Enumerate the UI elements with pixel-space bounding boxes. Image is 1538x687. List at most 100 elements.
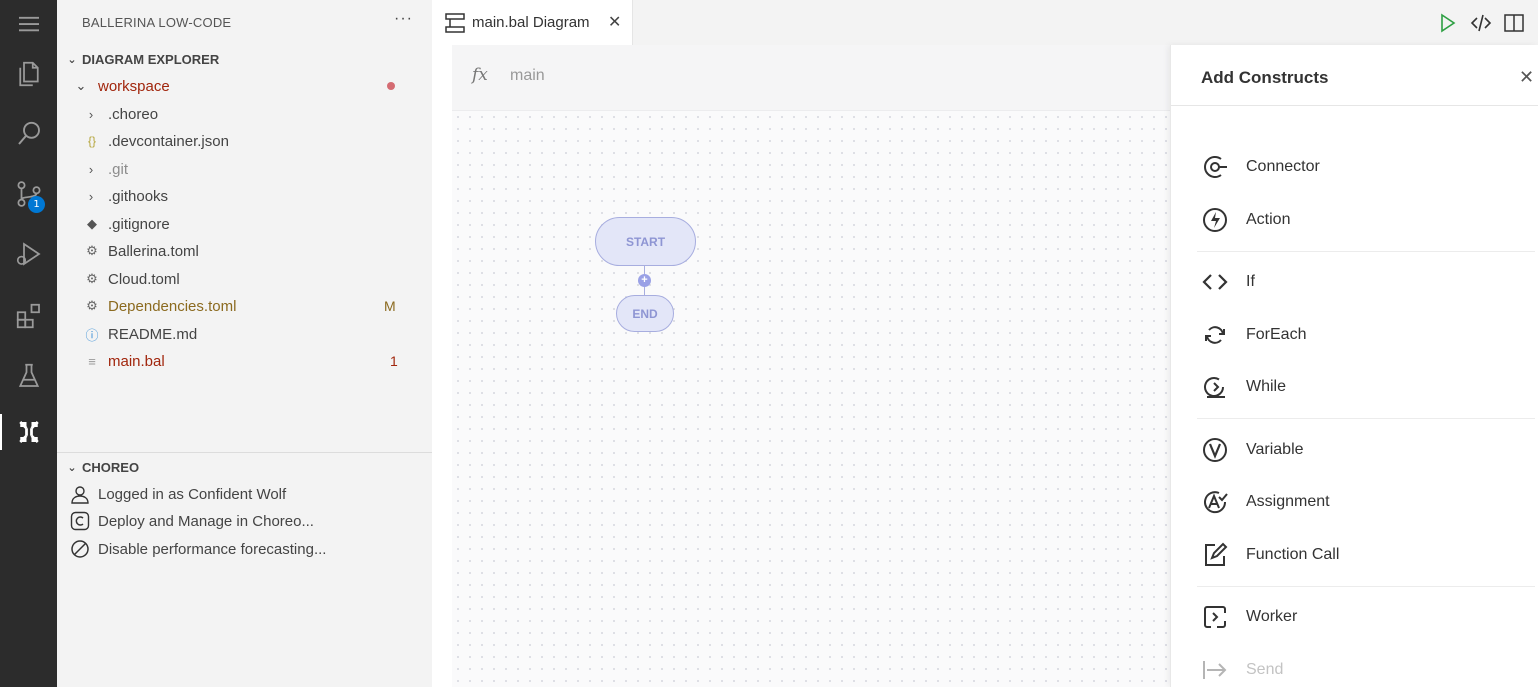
chevron-right-icon: › (88, 161, 94, 177)
construct-label: While (1246, 378, 1287, 395)
modified-dot (387, 82, 395, 90)
source-control-icon[interactable]: 1 (0, 170, 57, 218)
sidebar: BALLERINA LOW-CODE ··· ⌄ DIAGRAM EXPLORE… (57, 0, 432, 687)
add-constructs-panel: Add Constructs ✕ Connector Action If For… (1170, 45, 1538, 687)
construct-label: ForEach (1246, 326, 1307, 343)
diagram-canvas[interactable]: fx main START + END (432, 45, 1170, 687)
construct-label: Worker (1246, 608, 1298, 625)
choreo-c-icon (70, 511, 90, 531)
tree-item-choreo[interactable]: › .choreo (57, 101, 432, 127)
construct-worker[interactable]: Worker (1197, 599, 1527, 635)
show-source-icon[interactable] (1470, 12, 1492, 34)
tree-item-devcontainer[interactable]: {} .devcontainer.json (57, 128, 432, 154)
tree-item-git[interactable]: › .git (57, 156, 432, 182)
tree-item-main-bal[interactable]: ≡ main.bal 1 (57, 348, 432, 374)
editor-tabbar: main.bal Diagram ✕ (432, 0, 1538, 45)
tree-item-workspace[interactable]: ⌄ workspace (57, 73, 432, 99)
tree-item-label: Dependencies.toml (108, 297, 237, 315)
construct-foreach[interactable]: ForEach (1197, 317, 1527, 353)
tab-label: main.bal Diagram (472, 14, 590, 31)
diagram-icon (445, 13, 465, 33)
chevron-down-icon: ⌄ (67, 53, 77, 66)
diagram-explorer-title: DIAGRAM EXPLORER (82, 51, 220, 67)
construct-while[interactable]: While (1197, 369, 1527, 405)
disable-icon (71, 540, 89, 558)
worker-icon (1204, 606, 1226, 628)
chevron-down-icon: ⌄ (67, 461, 77, 474)
testing-icon[interactable] (0, 352, 57, 400)
assignment-icon (1204, 491, 1228, 514)
diagram-explorer-header[interactable]: ⌄ DIAGRAM EXPLORER (57, 48, 219, 70)
choreo-item-label: Logged in as Confident Wolf (98, 485, 287, 503)
choreo-header[interactable]: ⌄ CHOREO (57, 456, 139, 478)
add-construct-button[interactable]: + (638, 274, 651, 287)
extensions-icon[interactable] (0, 292, 57, 340)
tree-item-cloud-toml[interactable]: ⚙ Cloud.toml (57, 266, 432, 292)
send-icon (1203, 661, 1227, 679)
explorer-icon[interactable] (0, 50, 57, 98)
gear-icon: ⚙ (86, 298, 98, 313)
construct-send[interactable]: Send (1197, 652, 1527, 687)
run-icon[interactable] (1436, 12, 1458, 34)
section-divider (57, 452, 432, 453)
menu-icon[interactable] (0, 0, 57, 48)
construct-action[interactable]: Action (1197, 202, 1527, 238)
close-icon[interactable]: ✕ (1519, 67, 1534, 88)
chevron-right-icon: › (88, 188, 94, 204)
tab-main-bal-diagram[interactable]: main.bal Diagram ✕ (432, 0, 633, 45)
problem-count: 1 (390, 353, 398, 369)
json-icon: {} (87, 134, 96, 148)
tree-item-ballerina-toml[interactable]: ⚙ Ballerina.toml (57, 238, 432, 264)
construct-label: Action (1246, 211, 1291, 228)
end-node[interactable]: END (616, 295, 674, 332)
workspace-label: workspace (98, 77, 170, 95)
action-icon (1203, 208, 1227, 232)
canvas-gutter (432, 45, 452, 687)
construct-label: Assignment (1246, 493, 1330, 510)
tree-item-label: .gitignore (108, 215, 170, 233)
split-editor-icon[interactable] (1503, 12, 1525, 34)
gear-icon: ⚙ (86, 271, 98, 286)
connector-icon (1204, 156, 1227, 178)
construct-if[interactable]: If (1197, 264, 1527, 300)
choreo-icon[interactable] (0, 408, 57, 456)
tree-item-githooks[interactable]: › .githooks (57, 183, 432, 209)
choreo-item-forecasting[interactable]: Disable performance forecasting... (57, 536, 432, 562)
construct-label: Function Call (1246, 546, 1340, 563)
chevron-down-icon: ⌄ (75, 78, 87, 93)
function-header: fx main (452, 45, 1170, 111)
group-divider (1197, 251, 1535, 252)
search-icon[interactable] (0, 110, 57, 158)
tree-item-dependencies-toml[interactable]: ⚙ Dependencies.toml M (57, 293, 432, 319)
function-call-icon (1205, 542, 1228, 566)
function-icon: fx (472, 65, 488, 85)
group-divider (1197, 586, 1535, 587)
construct-label: Send (1246, 661, 1284, 678)
foreach-icon (1205, 326, 1225, 344)
modified-decoration: M (384, 298, 396, 314)
run-debug-icon[interactable] (0, 230, 57, 278)
more-actions-icon[interactable]: ··· (394, 10, 413, 28)
construct-assignment[interactable]: Assignment (1197, 484, 1527, 520)
tree-item-label: Ballerina.toml (108, 242, 199, 260)
info-icon: ⓘ (85, 327, 99, 343)
group-divider (1197, 418, 1535, 419)
construct-connector[interactable]: Connector (1197, 149, 1527, 185)
account-icon (71, 486, 89, 504)
choreo-item-deploy[interactable]: Deploy and Manage in Choreo... (57, 508, 432, 534)
tree-item-label: .git (108, 160, 129, 178)
choreo-item-label: Disable performance forecasting... (98, 540, 327, 558)
tree-item-readme[interactable]: ⓘ README.md (57, 321, 432, 347)
sidebar-title: BALLERINA LOW-CODE (82, 15, 232, 30)
construct-function-call[interactable]: Function Call (1197, 537, 1527, 573)
tree-item-label: .devcontainer.json (108, 132, 229, 150)
choreo-item-account[interactable]: Logged in as Confident Wolf (57, 481, 432, 507)
tree-item-label: Cloud.toml (108, 270, 180, 288)
close-icon[interactable]: ✕ (608, 12, 621, 32)
construct-variable[interactable]: Variable (1197, 432, 1527, 468)
panel-title: Add Constructs (1201, 68, 1329, 87)
tree-item-gitignore[interactable]: ◆ .gitignore (57, 211, 432, 237)
if-icon (1202, 274, 1228, 290)
start-node[interactable]: START (595, 217, 696, 266)
construct-label: Connector (1246, 158, 1320, 175)
